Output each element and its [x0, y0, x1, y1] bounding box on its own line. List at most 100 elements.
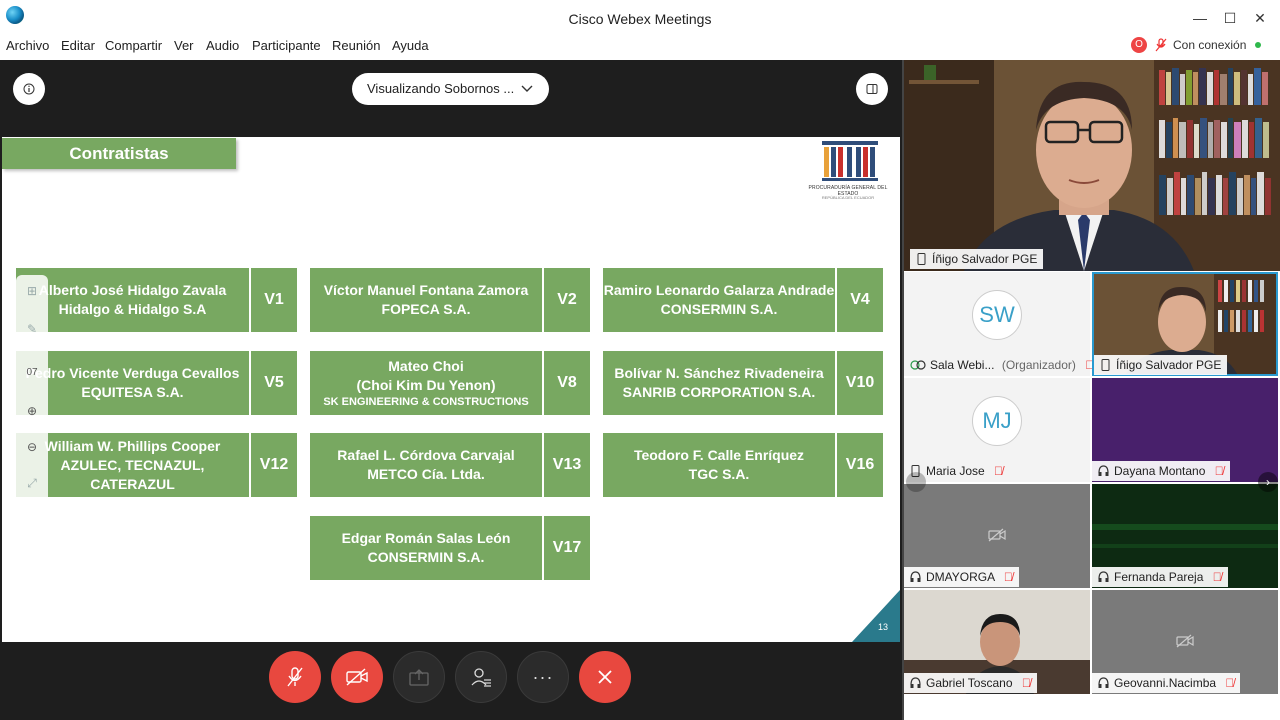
prev-page-arrow-icon[interactable] — [906, 472, 926, 492]
muted-mic-icon — [287, 667, 303, 687]
active-speaker-video[interactable] — [904, 60, 1280, 271]
window-title: Cisco Webex Meetings — [568, 11, 712, 27]
fit-screen-icon[interactable]: ⤢ — [24, 475, 40, 491]
participant-name: Dayana Montano — [1114, 464, 1206, 478]
participant-name-label: Gabriel Toscano 🎙̸ — [904, 673, 1037, 693]
recording-badge[interactable]: O — [1131, 37, 1147, 53]
contractor-card: Rafael L. Córdova Carvajal METCO Cía. Lt… — [310, 433, 542, 497]
info-icon — [23, 83, 35, 95]
menu-ayuda[interactable]: Ayuda — [392, 38, 429, 53]
menu-bar: Archivo Editar Compartir Ver Audio Parti… — [0, 36, 1280, 58]
headset-icon — [1098, 465, 1109, 476]
menu-archivo[interactable]: Archivo — [6, 38, 49, 53]
contractor-company: SK ENGINEERING & CONSTRUCTIONS — [323, 396, 529, 408]
contractor-company: EQUITESA S.A. — [81, 384, 184, 400]
participant-name: Geovanni.Nacimba — [1114, 676, 1217, 690]
contractor-name: Alberto José Hidalgo Zavala — [38, 282, 227, 298]
video-off-icon — [346, 668, 368, 686]
muted-mic-icon[interactable] — [1155, 38, 1167, 52]
phone-icon — [917, 253, 926, 265]
panel-layout-icon — [866, 84, 878, 94]
participant-role: (Organizador) — [1001, 358, 1076, 372]
participant-name-label: Sala Webi... (Organizador) 🎙̸ — [904, 355, 1100, 375]
minimize-button[interactable]: — — [1185, 8, 1215, 28]
contractor-card: Bolívar N. Sánchez Rivadeneira SANRIB CO… — [603, 351, 835, 415]
contractor-company: FOPECA S.A. — [381, 301, 471, 317]
menu-audio[interactable]: Audio — [206, 38, 239, 53]
contractor-card: William W. Phillips Cooper AZULEC, TECNA… — [16, 433, 249, 497]
contractor-code: V8 — [544, 351, 590, 415]
contractor-card: Teodoro F. Calle Enríquez TGC S.A. — [603, 433, 835, 497]
menu-editar[interactable]: Editar — [61, 38, 95, 53]
more-options-button[interactable]: ··· — [517, 651, 569, 703]
device-sync-icon — [910, 360, 926, 370]
contractor-name: Ramiro Leonardo Galarza Andrade — [603, 282, 835, 298]
close-window-button[interactable]: ✕ — [1245, 8, 1275, 28]
zoom-out-icon[interactable]: ⊖ — [24, 439, 40, 455]
pge-logo-subcaption: REPÚBLICA DEL ECUADOR — [821, 195, 875, 200]
contractor-name: Rafael L. Córdova Carvajal — [337, 447, 515, 463]
muted-mic-icon: 🎙̸ — [994, 464, 1004, 478]
contractor-card: Pedro Vicente Verduga Cevallos EQUITESA … — [16, 351, 249, 415]
contractor-code: V10 — [837, 351, 883, 415]
page-corner-decoration — [852, 590, 900, 642]
slide-title: Contratistas — [2, 138, 236, 169]
contractor-code: V13 — [544, 433, 590, 497]
contractor-company: CONSERMIN S.A. — [660, 301, 778, 317]
contractor-name: Víctor Manuel Fontana Zamora — [323, 282, 529, 298]
connection-status: Con conexión — [1173, 38, 1247, 52]
contractor-name: Pedro Vicente Verduga Cevallos — [25, 365, 240, 381]
thumbnails-icon[interactable]: ⊞ — [24, 283, 40, 299]
participants-button[interactable] — [455, 651, 507, 703]
contractor-name: William W. Phillips Cooper — [44, 437, 221, 454]
muted-mic-icon: 🎙̸ — [1003, 570, 1013, 584]
close-icon — [598, 670, 612, 684]
contractor-name: Bolívar N. Sánchez Rivadeneira — [614, 365, 824, 381]
mute-button[interactable] — [269, 651, 321, 703]
headset-icon — [910, 571, 921, 582]
contractor-code: V16 — [837, 433, 883, 497]
participant-name-label: Geovanni.Nacimba 🎙̸ — [1092, 673, 1241, 693]
maximize-button[interactable]: ☐ — [1215, 8, 1245, 28]
avatar: SW — [972, 290, 1022, 340]
speaker-video-frame — [904, 60, 1280, 271]
participant-name: Sala Webi... — [930, 358, 995, 372]
leave-meeting-button[interactable] — [579, 651, 631, 703]
meeting-info-button[interactable] — [13, 73, 45, 105]
muted-mic-icon: 🎙̸ — [1021, 676, 1031, 690]
menu-participante[interactable]: Participante — [252, 38, 321, 53]
share-icon — [409, 669, 429, 686]
chevron-down-icon — [521, 73, 533, 105]
pge-columns-logo — [822, 141, 878, 181]
headset-icon — [1098, 571, 1109, 582]
menu-ver[interactable]: Ver — [174, 38, 194, 53]
contractor-card: Ramiro Leonardo Galarza Andrade CONSERMI… — [603, 268, 835, 332]
connection-indicator — [1255, 42, 1261, 48]
annotate-icon[interactable]: ✎ — [24, 321, 40, 337]
contractor-company: CONSERMIN S.A. — [367, 549, 485, 565]
participant-name: Fernanda Pareja — [1114, 570, 1204, 584]
viewing-label: Visualizando Sobornos ... — [367, 81, 515, 96]
contractor-code: V1 — [251, 268, 297, 332]
participant-name-label: DMAYORGA 🎙̸ — [904, 567, 1019, 587]
contractor-code: V5 — [251, 351, 297, 415]
menu-reunion[interactable]: Reunión — [332, 38, 380, 53]
muted-mic-icon: 🎙̸ — [1214, 464, 1224, 478]
menu-compartir[interactable]: Compartir — [105, 38, 162, 53]
contractor-company-2: CATERAZUL — [90, 475, 175, 492]
slide-page-number: 13 — [877, 622, 888, 632]
viewing-share-dropdown[interactable]: Visualizando Sobornos ... — [352, 73, 549, 105]
headset-icon — [910, 677, 921, 688]
pge-logo: PROCURADURÍA GENERAL DEL ESTADO REPÚBLIC… — [798, 139, 898, 203]
page-indicator: 07 — [26, 367, 38, 378]
share-content-button[interactable] — [393, 651, 445, 703]
contractor-company: SANRIB CORPORATION S.A. — [622, 384, 816, 400]
contractor-card: Edgar Román Salas León CONSERMIN S.A. — [310, 516, 542, 580]
stop-video-button[interactable] — [331, 651, 383, 703]
phone-icon — [1101, 359, 1110, 371]
contractor-name: Mateo Choi — [388, 358, 464, 374]
layout-toggle-button[interactable] — [856, 73, 888, 105]
next-page-arrow-icon[interactable]: › — [1258, 472, 1278, 492]
contractor-name: Edgar Román Salas León — [341, 530, 511, 546]
zoom-in-icon[interactable]: ⊕ — [24, 403, 40, 419]
